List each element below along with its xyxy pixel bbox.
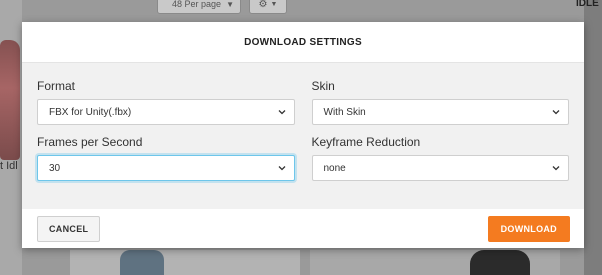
format-select-value: FBX for Unity(.fbx) [49, 106, 132, 118]
keyframe-field: Keyframe Reduction none [311, 135, 569, 181]
chevron-down-icon: ▼ [226, 0, 234, 9]
character-thumbnail-left [0, 40, 20, 160]
character-thumbnail-bottom [120, 250, 164, 275]
fps-field: Frames per Second 30 [37, 135, 295, 181]
format-label: Format [37, 79, 76, 93]
skin-select-value: With Skin [323, 106, 366, 118]
per-page-select-value: 48 Per page [172, 0, 222, 9]
skin-select[interactable]: With Skin [311, 99, 569, 125]
skin-field: Skin With Skin [311, 79, 569, 125]
skin-label: Skin [311, 79, 335, 93]
fps-select[interactable]: 30 [37, 155, 295, 181]
thumbnail-caption-left: t Idl [0, 160, 18, 172]
format-field: Format FBX for Unity(.fbx) [37, 79, 295, 125]
character-thumbnail-bottom [470, 250, 530, 275]
download-settings-dialog: DOWNLOAD SETTINGS Format FBX for Unity(.… [22, 22, 584, 248]
gear-icon: ⚙ [258, 0, 268, 10]
dialog-footer: CANCEL DOWNLOAD [22, 209, 584, 249]
keyframe-select-value: none [323, 162, 346, 174]
page-title-fragment: IDLE [576, 0, 599, 9]
keyframe-label: Keyframe Reduction [311, 135, 421, 149]
background-right-column [584, 0, 602, 275]
fps-label: Frames per Second [37, 135, 143, 149]
chevron-down-icon [278, 110, 285, 115]
chevron-down-icon [552, 110, 560, 115]
caret-down-icon: ▼ [270, 0, 278, 8]
download-button[interactable]: DOWNLOAD [487, 216, 570, 242]
fps-select-value: 30 [49, 162, 61, 174]
dialog-body: Format FBX for Unity(.fbx) Skin With Ski… [22, 63, 584, 209]
chevron-down-icon [278, 166, 285, 171]
format-select[interactable]: FBX for Unity(.fbx) [37, 99, 295, 125]
per-page-select: 48 Per page ▼ [157, 0, 241, 14]
chevron-down-icon [552, 166, 560, 171]
dialog-header: DOWNLOAD SETTINGS [22, 22, 584, 63]
thumbnail-panel [70, 250, 300, 275]
cancel-button[interactable]: CANCEL [37, 216, 101, 242]
settings-dropdown: ⚙ ▼ [249, 0, 287, 14]
dialog-title: DOWNLOAD SETTINGS [244, 36, 362, 48]
keyframe-select[interactable]: none [311, 155, 569, 181]
